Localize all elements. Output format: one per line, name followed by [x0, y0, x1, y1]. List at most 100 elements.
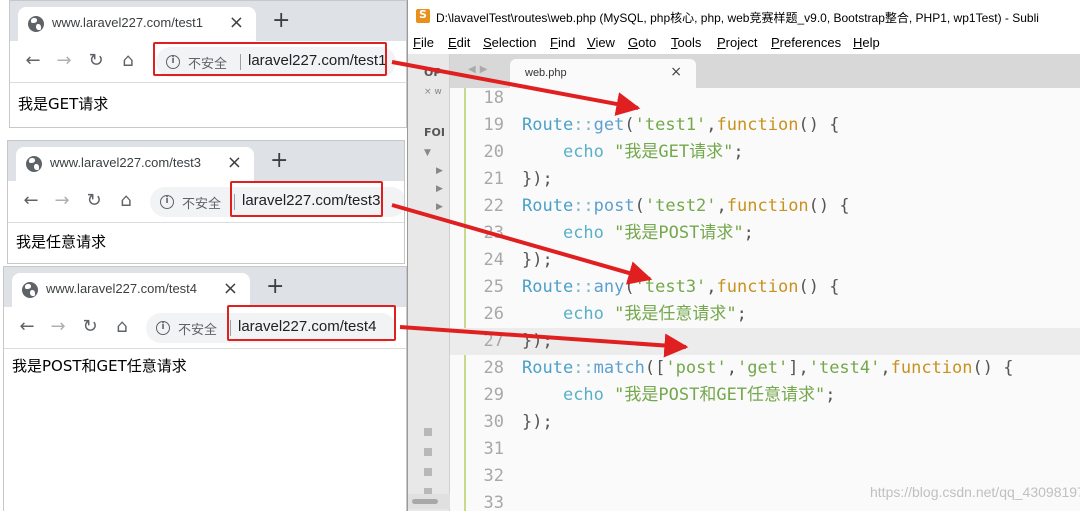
line-number: 30 [483, 412, 504, 432]
menu-goto[interactable]: Goto [628, 35, 656, 50]
window-title: D:\lavavelTest\routes\web.php (MySQL, ph… [436, 11, 1039, 25]
folder-collapse-icon[interactable]: ▶ [436, 202, 443, 212]
page-content: 我是任意请求 [16, 233, 107, 251]
arrow-right-icon[interactable]: → [53, 50, 75, 72]
plus-icon[interactable]: + [266, 276, 284, 298]
annotation-box-url-test1 [153, 42, 387, 76]
code-text[interactable]: Route::match(['post','get'],'test4',func… [522, 355, 1014, 382]
code-line[interactable]: 25 Route::any('test3',function() { [450, 274, 1080, 301]
close-icon[interactable]: × [227, 152, 242, 173]
code-text[interactable]: echo "我是任意请求"; [522, 301, 747, 328]
code-line[interactable]: 23 echo "我是POST请求"; [450, 220, 1080, 247]
browser-tab[interactable]: www.laravel227.com/test3 × [16, 147, 254, 181]
code-text[interactable]: }); [522, 328, 553, 355]
code-editor[interactable]: 1819 Route::get('test1',function() {20 ec… [450, 88, 1080, 511]
info-icon[interactable]: i [156, 321, 170, 335]
menu-preferences[interactable]: Preferences [771, 35, 841, 50]
open-file-entry[interactable]: × w [424, 87, 442, 97]
code-line[interactable]: 19 Route::get('test1',function() { [450, 112, 1080, 139]
arrow-left-icon[interactable]: ← [22, 50, 44, 72]
close-icon[interactable]: × [223, 278, 238, 299]
code-text[interactable]: Route::get('test1',function() { [522, 112, 839, 139]
home-icon[interactable]: ⌂ [115, 190, 137, 212]
code-line[interactable]: 24}); [450, 247, 1080, 274]
tab-strip: www.laravel227.com/test4 × + [4, 267, 406, 307]
watermark: https://blog.csdn.net/qq_43098197 [870, 484, 1080, 500]
tab-navigation-arrows-icon[interactable]: ◀▶ [468, 64, 491, 75]
page-content: 我是POST和GET任意请求 [12, 357, 187, 375]
tab-web-php[interactable]: web.php × [510, 59, 696, 88]
code-line[interactable]: 31 [450, 436, 1080, 463]
browser-tab[interactable]: www.laravel227.com/test4 × [12, 273, 250, 307]
code-text[interactable]: }); [522, 409, 553, 436]
code-text[interactable]: echo "我是POST和GET任意请求"; [522, 382, 836, 409]
sidebar-scrollbar[interactable] [408, 494, 450, 509]
plus-icon[interactable]: + [270, 150, 288, 172]
close-icon[interactable]: × [670, 64, 682, 80]
home-icon[interactable]: ⌂ [111, 316, 133, 338]
info-icon[interactable]: i [160, 195, 174, 209]
screenshot-root: www.laravel227.com/test1 × + ← → ↻ ⌂ i 不… [0, 0, 1080, 511]
menu-edit[interactable]: Edit [448, 35, 470, 50]
code-line[interactable]: 30}); [450, 409, 1080, 436]
menu-help[interactable]: Help [853, 35, 880, 50]
code-line[interactable]: 21}); [450, 166, 1080, 193]
menu-selection[interactable]: Selection [483, 35, 536, 50]
sublime-logo-icon [416, 8, 430, 23]
plus-icon[interactable]: + [272, 10, 290, 32]
line-number: 28 [483, 358, 504, 378]
code-text[interactable]: echo "我是POST请求"; [522, 220, 754, 247]
code-line[interactable]: 20 echo "我是GET请求"; [450, 139, 1080, 166]
tab-title: www.laravel227.com/test3 [50, 155, 202, 170]
code-line[interactable]: 18 [450, 85, 1080, 112]
code-text[interactable]: echo "我是GET请求"; [522, 139, 744, 166]
line-number: 32 [483, 466, 504, 486]
sublime-text-window: D:\lavavelTest\routes\web.php (MySQL, ph… [407, 0, 1080, 511]
close-icon[interactable]: × [229, 12, 244, 33]
code-line[interactable]: 27}); [450, 328, 1080, 355]
reload-icon[interactable]: ↻ [85, 50, 107, 72]
folder-collapse-icon[interactable]: ▶ [436, 166, 443, 176]
reload-icon[interactable]: ↻ [79, 316, 101, 338]
code-text[interactable]: }); [522, 247, 553, 274]
code-line[interactable]: 26 echo "我是任意请求"; [450, 301, 1080, 328]
folder-collapse-icon[interactable]: ▶ [436, 184, 443, 194]
tab-title: www.laravel227.com/test4 [46, 281, 198, 296]
file-icon[interactable] [424, 468, 432, 476]
folder-expand-icon[interactable]: ▼ [424, 148, 431, 158]
menu-project[interactable]: Project [717, 35, 757, 50]
file-icon[interactable] [424, 448, 432, 456]
line-number: 23 [483, 223, 504, 243]
folders-label: FOI [424, 126, 445, 139]
menu-find[interactable]: Find [550, 35, 575, 50]
side-bar: OP × w FOI ▼ ▶ ▶ ▶ [408, 54, 450, 511]
code-line[interactable]: 29 echo "我是POST和GET任意请求"; [450, 382, 1080, 409]
browser-window-test4: www.laravel227.com/test4 × + ← → ↻ ⌂ i 不… [3, 266, 407, 511]
menu-view[interactable]: View [587, 35, 615, 50]
browser-tab[interactable]: www.laravel227.com/test1 × [18, 7, 256, 41]
code-text[interactable]: Route::any('test3',function() { [522, 274, 839, 301]
reload-icon[interactable]: ↻ [83, 190, 105, 212]
editor-tab-bar: ◀▶ web.php × [450, 54, 1080, 88]
arrow-right-icon[interactable]: → [51, 190, 73, 212]
arrow-left-icon[interactable]: ← [16, 316, 38, 338]
home-icon[interactable]: ⌂ [117, 50, 139, 72]
line-number: 19 [483, 115, 504, 135]
scrollbar-thumb[interactable] [412, 499, 438, 504]
line-number: 21 [483, 169, 504, 189]
code-text[interactable]: }); [522, 166, 553, 193]
file-icon[interactable] [424, 428, 432, 436]
page-content: 我是GET请求 [18, 95, 109, 113]
arrow-right-icon[interactable]: → [47, 316, 69, 338]
code-text[interactable]: Route::post('test2',function() { [522, 193, 850, 220]
code-line[interactable]: 22 Route::post('test2',function() { [450, 193, 1080, 220]
arrow-left-icon[interactable]: ← [20, 190, 42, 212]
line-number: 24 [483, 250, 504, 270]
tab-title: www.laravel227.com/test1 [52, 15, 204, 30]
menu-file[interactable]: File [413, 35, 434, 50]
line-number: 33 [483, 493, 504, 511]
code-line[interactable]: 28 Route::match(['post','get'],'test4',fu… [450, 355, 1080, 382]
menu-tools[interactable]: Tools [671, 35, 701, 50]
line-number: 31 [483, 439, 504, 459]
annotation-box-url-test4 [227, 305, 396, 341]
